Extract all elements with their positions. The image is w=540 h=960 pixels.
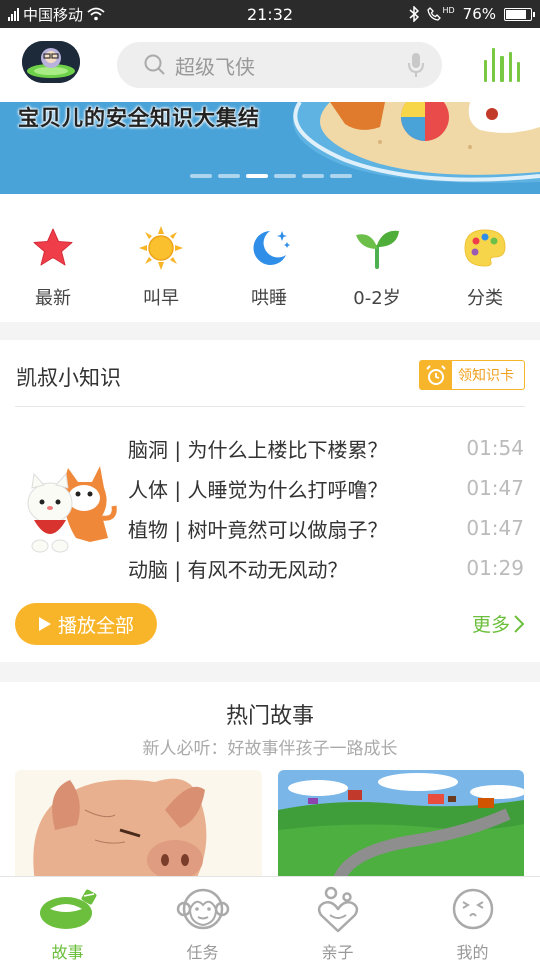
tab-label: 亲子: [321, 943, 354, 960]
knowledge-card: 凯叔小知识 领知识卡 脑洞 | 为什么上楼比下楼累？ 01:54 人体 | 人睡…: [0, 340, 540, 662]
story-card-pig[interactable]: [15, 770, 262, 882]
hd-label: HD: [442, 6, 455, 15]
promo-banner[interactable]: 宝贝儿的安全知识大集结: [0, 102, 540, 194]
kaishu-logo-avatar[interactable]: [22, 41, 80, 83]
track-title: 人体 | 人睡觉为什么打呼噜？: [128, 477, 388, 502]
play-all-button[interactable]: 播放全部: [15, 603, 157, 645]
pager-dot: [246, 174, 268, 178]
track-duration: 01:29: [466, 556, 524, 580]
pager-dot: [218, 174, 240, 178]
track-title: 动脑 | 有风不动无风动？: [128, 557, 348, 582]
tab-story[interactable]: 故事: [0, 885, 135, 960]
track-duration: 01:47: [466, 476, 524, 500]
moon-icon: [253, 231, 290, 265]
top-header: 超级飞侠: [0, 28, 540, 102]
category-label: 叫早: [143, 288, 179, 309]
category-latest[interactable]: 最新: [3, 222, 103, 310]
category-morning[interactable]: 叫早: [111, 222, 211, 310]
profile-face-icon: [452, 888, 493, 930]
search-icon: [144, 54, 165, 75]
story-icon: [39, 889, 96, 929]
tab-label: 故事: [51, 943, 84, 960]
list-item[interactable]: 动脑 | 有风不动无风动？ 01:29: [128, 548, 528, 588]
monkey-icon: [176, 888, 229, 930]
list-item[interactable]: 植物 | 树叶竟然可以做扇子？ 01:47: [128, 508, 528, 548]
category-label: 最新: [35, 288, 71, 309]
list-item[interactable]: 人体 | 人睡觉为什么打呼噜？ 01:47: [128, 468, 528, 508]
story-cover-image: [278, 770, 524, 882]
app-screen: 中国移动 21:32 HD 76% 超级飞侠 宝贝儿的安全知识大集结 最新 叫早…: [0, 0, 540, 960]
track-duration: 01:54: [466, 436, 524, 460]
tab-tasks[interactable]: 任务: [135, 885, 270, 960]
track-list: 脑洞 | 为什么上楼比下楼累？ 01:54 人体 | 人睡觉为什么打呼噜？ 01…: [128, 428, 528, 588]
category-label: 分类: [467, 288, 503, 309]
story-cover-image: [15, 770, 262, 882]
banner-pager: [190, 174, 352, 178]
play-icon: [38, 617, 51, 631]
more-link[interactable]: 更多: [472, 610, 524, 637]
pager-dot: [302, 174, 324, 178]
badge-label: 领知识卡: [458, 368, 514, 384]
sun-icon: [139, 226, 183, 270]
alarm-clock-icon: [426, 365, 446, 385]
divider: [15, 406, 525, 407]
hot-stories-section: 热门故事 新人必听：好故事伴孩子一路成长: [0, 682, 540, 882]
now-playing-icon[interactable]: [484, 44, 521, 82]
palette-icon: [464, 229, 506, 267]
category-label: 0-2岁: [353, 288, 401, 309]
sprout-icon: [356, 230, 399, 269]
star-icon: [33, 228, 73, 266]
track-duration: 01:47: [466, 516, 524, 540]
pager-dot: [274, 174, 296, 178]
tab-label: 我的: [456, 943, 489, 960]
status-bar: 中国移动 21:32 HD 76%: [0, 0, 540, 28]
battery-percent: 76%: [462, 5, 496, 23]
track-title: 植物 | 树叶竟然可以做扇子？: [128, 517, 388, 542]
search-bar[interactable]: 超级飞侠: [117, 42, 442, 88]
section-title: 热门故事: [225, 704, 314, 729]
story-card-caravan[interactable]: [278, 770, 524, 882]
section-subtitle: 新人必听：好故事伴孩子一路成长: [142, 739, 398, 759]
more-label: 更多: [471, 614, 510, 636]
mascot-illustration: [20, 458, 120, 558]
bottom-tab-bar: 故事 任务 亲子 我的: [0, 876, 540, 960]
pager-dot: [330, 174, 352, 178]
banner-title: 宝贝儿的安全知识大集结: [18, 106, 260, 130]
category-age-0-2[interactable]: 0-2岁: [327, 222, 427, 310]
tab-label: 任务: [186, 943, 219, 960]
chevron-right-icon: [514, 614, 524, 633]
search-placeholder: 超级飞侠: [175, 54, 255, 79]
track-title: 脑洞 | 为什么上楼比下楼累？: [128, 437, 388, 462]
category-row: 最新 叫早 哄睡 0-2岁 分类: [0, 194, 540, 322]
knowledge-card-badge[interactable]: 领知识卡: [419, 360, 525, 390]
category-label: 哄睡: [251, 288, 287, 309]
list-item[interactable]: 脑洞 | 为什么上楼比下楼累？ 01:54: [128, 428, 528, 468]
play-all-label: 播放全部: [57, 614, 134, 637]
hd-call-icon: HD: [427, 6, 455, 21]
tab-parent-child[interactable]: 亲子: [270, 885, 405, 960]
pager-dot: [190, 174, 212, 178]
tab-profile[interactable]: 我的: [405, 885, 540, 960]
battery-icon: [504, 7, 535, 21]
category-all[interactable]: 分类: [435, 222, 535, 310]
card-title: 凯叔小知识: [16, 366, 121, 390]
parent-child-icon: [317, 886, 358, 933]
microphone-icon[interactable]: [406, 51, 426, 79]
category-bedtime[interactable]: 哄睡: [219, 222, 319, 310]
bluetooth-icon: [409, 6, 420, 22]
